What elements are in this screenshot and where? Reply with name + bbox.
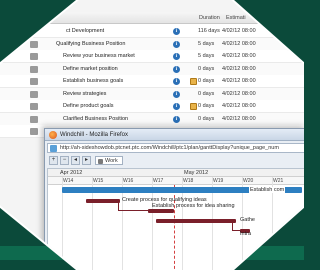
task-label: Intra	[240, 231, 252, 237]
dependency-link	[118, 203, 148, 211]
task-label: Establish com	[249, 187, 286, 193]
info-icon[interactable]: i	[173, 78, 180, 85]
task-type-icon	[30, 103, 38, 110]
task-type-icon	[30, 78, 38, 85]
task-estimate: 4/02/12 08:00	[222, 53, 256, 59]
next-button[interactable]: ▸	[82, 156, 91, 165]
task-label: Gathe	[240, 217, 255, 223]
info-icon[interactable]: i	[173, 28, 180, 35]
window-title: Windchill - Mozilla Firefox	[60, 132, 129, 138]
warning-icon	[190, 103, 197, 110]
task-bar[interactable]	[148, 209, 174, 213]
task-duration: 0 days	[198, 103, 215, 109]
dependency-link	[232, 223, 240, 231]
address-url[interactable]: http://ah-sideshowdob.ptcnet.ptc.com/Win…	[60, 145, 279, 151]
address-bar[interactable]: http://ah-sideshowdob.ptcnet.ptc.com/Win…	[47, 143, 304, 153]
task-duration: 116 days	[198, 28, 220, 34]
view-select[interactable]: Work	[95, 156, 123, 165]
month-label: Apr 2012	[60, 170, 83, 176]
month-label: May 2012	[184, 170, 209, 176]
task-duration: 0 days	[198, 115, 215, 122]
info-icon[interactable]: i	[173, 40, 180, 48]
window-titlebar: Windchill - Mozilla Firefox	[45, 129, 304, 141]
week-label: W15	[93, 178, 104, 184]
week-label: W21	[273, 178, 284, 184]
task-estimate: 4/02/12 08:00	[222, 103, 256, 109]
info-icon[interactable]: i	[173, 65, 180, 73]
zoom-in-button[interactable]: +	[49, 156, 58, 165]
task-name[interactable]: ct Development	[66, 28, 104, 34]
prev-button[interactable]: ◂	[71, 156, 80, 165]
task-label: Establish process for idea sharing	[152, 203, 235, 209]
week-label: W14	[63, 178, 74, 184]
task-duration: 0 days	[198, 65, 215, 72]
task-estimate: 4/02/12 08:00	[222, 90, 256, 97]
task-type-icon	[30, 40, 38, 48]
duration-column-header[interactable]: Duration	[199, 15, 220, 21]
task-bar[interactable]	[86, 199, 120, 203]
task-duration: 5 days	[198, 53, 215, 59]
task-type-icon	[30, 90, 38, 98]
gantt-toolbar: + − ◂ ▸ Work	[47, 155, 304, 166]
zoom-out-button[interactable]: −	[60, 156, 69, 165]
task-name[interactable]: Review your business market	[63, 53, 135, 59]
month-header: Apr 2012 May 2012	[48, 169, 304, 177]
task-bar[interactable]	[156, 219, 236, 223]
estimate-column-header[interactable]: Estimati	[226, 15, 246, 21]
week-label: W18	[183, 178, 194, 184]
task-duration: 0 days	[198, 90, 215, 97]
info-icon[interactable]: i	[173, 103, 180, 110]
project-task-table: Duration Estimati ct Development i 116 day…	[0, 12, 304, 138]
table-row[interactable]: Define product goals i 0 days 4/02/12 08:00	[0, 100, 304, 113]
info-icon[interactable]: i	[173, 53, 180, 60]
table-row[interactable]: Define market position i 0 days 4/02/12 08:…	[0, 62, 304, 76]
week-label: W16	[123, 178, 134, 184]
task-type-icon	[30, 115, 38, 123]
week-header: W14 W15 W16 W17 W18 W19 W20 W21	[48, 177, 304, 185]
calendar-icon	[98, 159, 103, 164]
table-row[interactable]: Review strategies i 0 days 4/02/12 08:00	[0, 87, 304, 101]
task-duration: 5 days	[198, 40, 215, 47]
task-name[interactable]: Define market position	[63, 66, 118, 72]
warning-icon	[190, 78, 197, 85]
task-type-icon	[30, 65, 38, 73]
task-type-icon	[30, 53, 38, 60]
table-row[interactable]: Review your business market i 5 days 4/02/1…	[0, 50, 304, 63]
week-label: W19	[213, 178, 224, 184]
info-icon[interactable]: i	[173, 90, 180, 98]
task-duration: 0 days	[198, 78, 215, 84]
table-row[interactable]: Qualifying Business Position i 5 days 4/02/…	[0, 37, 304, 51]
task-estimate: 4/02/12 08:00	[222, 115, 256, 122]
view-select-value: Work	[105, 158, 118, 164]
screenshot-hexagon: Duration Estimati ct Development i 116 day…	[0, 0, 304, 270]
week-label: W17	[153, 178, 164, 184]
task-estimate: 4/02/12 08:00	[222, 40, 256, 47]
task-type-icon	[30, 128, 38, 135]
task-estimate: 4/02/12 08:00	[222, 78, 256, 84]
info-icon[interactable]: i	[173, 115, 180, 123]
task-estimate: 4/02/12 08:00	[222, 28, 256, 34]
table-row[interactable]: Clarified Business Position i 0 days 4/02/1…	[0, 112, 304, 126]
site-icon	[50, 145, 57, 152]
task-name[interactable]: Qualifying Business Position	[56, 41, 125, 47]
task-name[interactable]: Review strategies	[63, 91, 106, 97]
firefox-icon	[49, 131, 57, 139]
table-row[interactable]: Establish business goals i 0 days 4/02/12 0…	[0, 75, 304, 88]
task-name[interactable]: Define product goals	[63, 103, 113, 109]
task-name[interactable]: Establish business goals	[63, 78, 123, 84]
task-estimate: 4/02/12 08:00	[222, 65, 256, 72]
task-name[interactable]: Clarified Business Position	[63, 116, 128, 122]
week-label: W20	[243, 178, 254, 184]
